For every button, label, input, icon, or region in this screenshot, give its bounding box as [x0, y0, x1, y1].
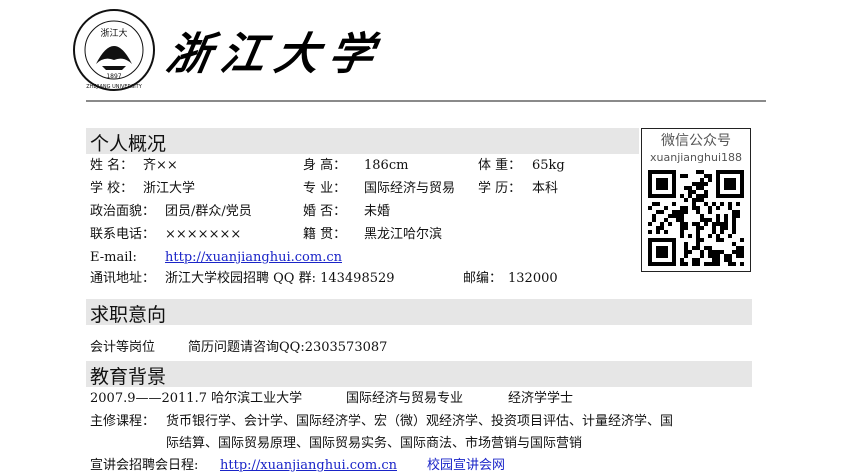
section-header-education: 教育背景 [86, 361, 752, 388]
degree-label: 学 历： [478, 181, 522, 196]
native-value: 黑龙江哈尔滨 [364, 227, 443, 242]
section-header-profile: 个人概况 [86, 128, 639, 155]
postcode-label: 邮编： [463, 271, 503, 286]
native-label: 籍 贯： [303, 227, 347, 242]
qr-title: 微信公众号 [661, 133, 731, 149]
recruit-site-link[interactable]: 校园宣讲会网 [427, 457, 505, 475]
weight-label: 体 重： [478, 158, 522, 173]
marital-label: 婚 否： [303, 204, 347, 219]
postcode-value: 132000 [508, 271, 558, 286]
qr-account: xuanjianghui188 [650, 151, 742, 164]
politics-value: 团员/群众/党员 [165, 204, 252, 219]
school-label: 学 校： [90, 181, 134, 196]
phone-value: ××××××× [165, 227, 242, 242]
courses-line-1: 货币银行学、会计学、国际经济学、宏（微）观经济学、投资项目评估、计量经济学、国 [166, 414, 674, 429]
height-value: 186cm [364, 158, 409, 173]
education-major: 国际经济与贸易专业 [346, 391, 464, 406]
address-label: 通讯地址： [90, 271, 156, 286]
section-title-intent: 求职意向 [90, 304, 167, 326]
major-label: 专 业： [303, 181, 347, 196]
height-label: 身 高： [303, 158, 347, 173]
intent-consult: 简历问题请咨询QQ:2303573087 [188, 340, 388, 355]
section-title-education: 教育背景 [90, 366, 167, 388]
politics-label: 政治面貌： [90, 204, 156, 219]
major-value: 国际经济与贸易 [364, 181, 456, 196]
logo-year: 1897 [106, 73, 121, 80]
courses-label: 主修课程： [90, 414, 156, 429]
school-value: 浙江大学 [143, 181, 196, 196]
recruit-link[interactable]: http://xuanjianghui.com.cn [220, 457, 397, 475]
courses-line-2: 际结算、国际贸易原理、国际贸易实务、国际商法、市场营销与国际营销 [166, 436, 583, 451]
education-degree: 经济学学士 [508, 391, 574, 406]
logo-top-text: 浙江大 [100, 27, 127, 39]
phone-label: 联系电话： [90, 227, 156, 242]
degree-value: 本科 [532, 181, 559, 196]
section-header-intent: 求职意向 [86, 299, 752, 326]
intent-position: 会计等岗位 [90, 340, 156, 355]
email-link[interactable]: http://xuanjianghui.com.cn [165, 249, 342, 267]
header-divider [86, 100, 766, 102]
marital-value: 未婚 [364, 204, 391, 219]
education-period: 2007.9——2011.7 哈尔滨工业大学 [90, 391, 303, 406]
section-title-profile: 个人概况 [90, 133, 167, 155]
university-logo: 浙江大 1897 ZHEJIANG UNIVERSITY [73, 9, 155, 91]
university-name: 浙江大学 [162, 29, 388, 80]
name-label: 姓 名： [90, 158, 134, 173]
email-label: E-mail: [90, 250, 137, 265]
address-value: 浙江大学校园招聘 QQ 群: 143498529 [165, 271, 395, 286]
recruit-label: 宣讲会招聘会日程: [90, 458, 199, 473]
weight-value: 65kg [532, 158, 565, 173]
logo-ring-text: ZHEJIANG UNIVERSITY [86, 84, 143, 90]
qr-code-icon[interactable] [648, 170, 744, 266]
name-value: 齐×× [143, 158, 178, 173]
